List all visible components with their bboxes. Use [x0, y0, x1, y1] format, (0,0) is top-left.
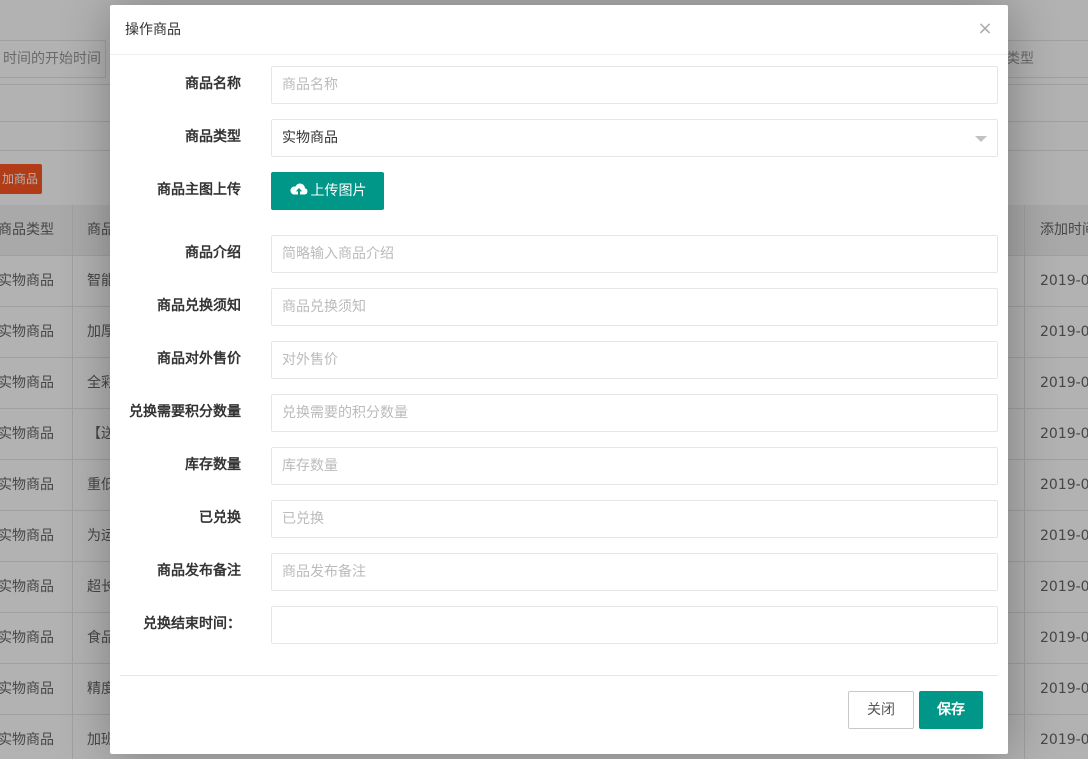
cloud-upload-icon [289, 183, 307, 194]
image-label: 商品主图上传 [157, 182, 241, 198]
intro-input[interactable] [271, 235, 998, 273]
end-time-label: 兑换结束时间： [143, 616, 241, 632]
stock-label: 库存数量 [185, 457, 241, 473]
save-button[interactable]: 保存 [919, 691, 983, 729]
form-row-name: 商品名称 [110, 66, 1008, 104]
type-label: 商品类型 [185, 129, 241, 145]
form-row-image: 商品主图上传 上传图片 [110, 172, 1008, 210]
name-label: 商品名称 [185, 76, 241, 92]
type-select-value: 实物商品 [282, 130, 338, 146]
price-input[interactable] [271, 341, 998, 379]
form-row-end-time: 兑换结束时间： [110, 606, 1008, 644]
stock-input[interactable] [271, 447, 998, 485]
name-input[interactable] [271, 66, 998, 104]
form-row-notice: 商品兑换须知 [110, 288, 1008, 326]
caret-down-icon [975, 136, 987, 142]
points-input[interactable] [271, 394, 998, 432]
close-icon[interactable]: × [977, 19, 993, 39]
points-label: 兑换需要积分数量 [129, 404, 241, 420]
exchanged-input[interactable] [271, 500, 998, 538]
type-select[interactable]: 实物商品 [271, 119, 998, 157]
form-row-remark: 商品发布备注 [110, 553, 1008, 591]
end-time-input[interactable] [271, 606, 998, 644]
intro-label: 商品介绍 [185, 245, 241, 261]
upload-image-button[interactable]: 上传图片 [271, 172, 384, 210]
form-row-price: 商品对外售价 [110, 341, 1008, 379]
form-row-points: 兑换需要积分数量 [110, 394, 1008, 432]
form-row-stock: 库存数量 [110, 447, 1008, 485]
modal-title: 操作商品 [110, 5, 1008, 55]
footer-divider [120, 675, 998, 676]
form-row-intro: 商品介绍 [110, 235, 1008, 273]
form-row-exchanged: 已兑换 [110, 500, 1008, 538]
remark-input[interactable] [271, 553, 998, 591]
price-label: 商品对外售价 [157, 351, 241, 367]
product-edit-modal: 操作商品 × 商品名称 商品类型 实物商品 商品主图上传 上传图片 商品介绍 商… [110, 5, 1008, 754]
notice-label: 商品兑换须知 [157, 298, 241, 314]
remark-label: 商品发布备注 [157, 563, 241, 579]
exchanged-label: 已兑换 [199, 510, 241, 526]
close-button[interactable]: 关闭 [848, 691, 914, 729]
upload-image-label: 上传图片 [310, 183, 367, 199]
form-row-type: 商品类型 实物商品 [110, 119, 1008, 157]
notice-input[interactable] [271, 288, 998, 326]
